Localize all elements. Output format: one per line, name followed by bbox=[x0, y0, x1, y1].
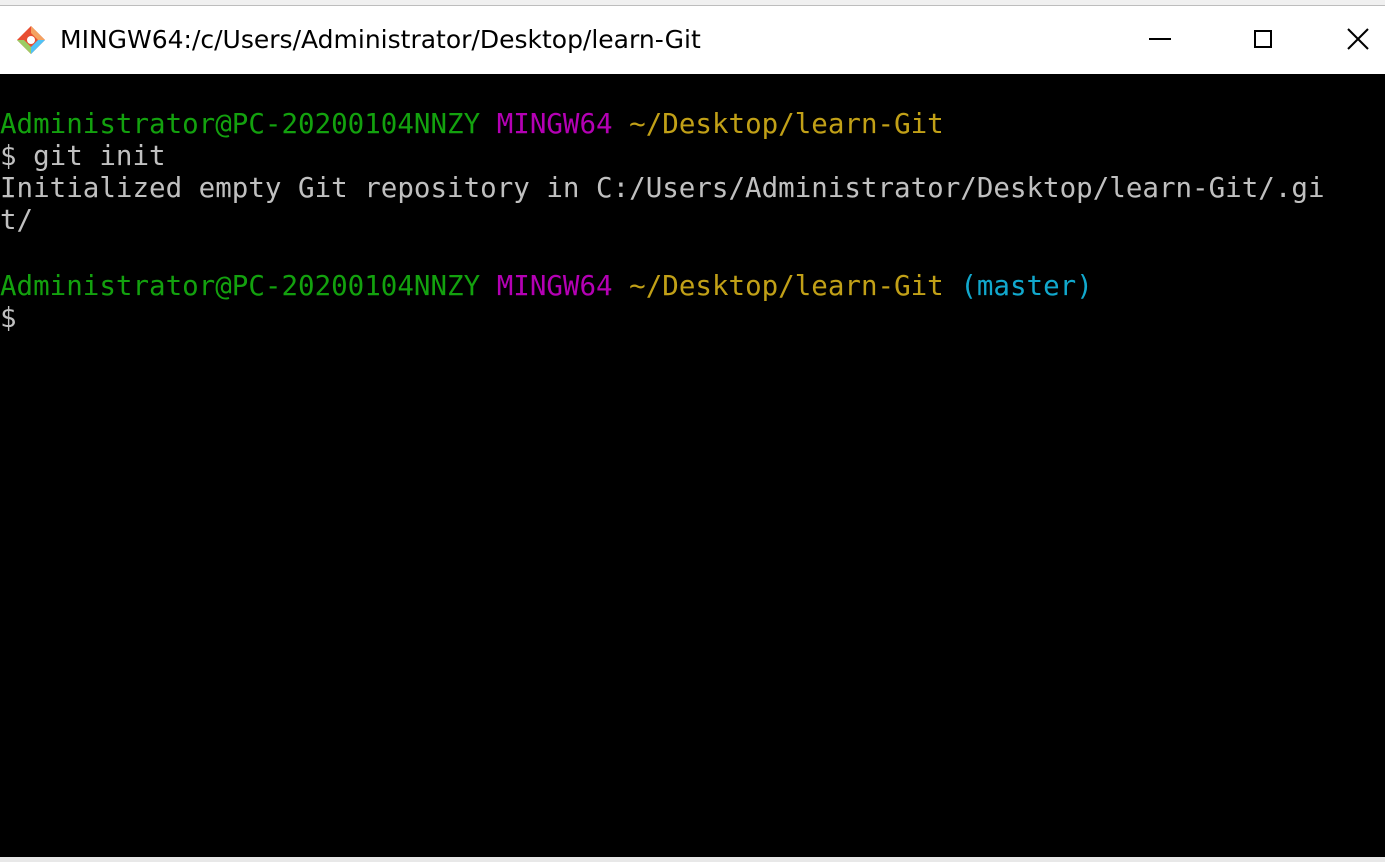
git-icon bbox=[17, 26, 45, 54]
close-icon bbox=[1346, 28, 1369, 50]
title-bar[interactable]: MINGW64:/c/Users/Administrator/Desktop/l… bbox=[0, 6, 1385, 74]
window-bottom-edge bbox=[0, 857, 1385, 862]
prompt-user-host: Administrator@PC-20200104NNZY bbox=[0, 270, 481, 302]
prompt-line-1: Administrator@PC-20200104NNZY MINGW64 ~/… bbox=[0, 108, 944, 140]
prompt-path: ~/Desktop/learn-Git bbox=[629, 270, 944, 302]
output-line-1: Initialized empty Git repository in C:/U… bbox=[0, 172, 1325, 204]
terminal-area[interactable]: Administrator@PC-20200104NNZY MINGW64 ~/… bbox=[0, 74, 1385, 857]
minimize-button[interactable] bbox=[1125, 6, 1195, 72]
minimize-icon bbox=[1149, 38, 1171, 40]
prompt-path: ~/Desktop/learn-Git bbox=[629, 108, 944, 140]
prompt-env: MINGW64 bbox=[496, 270, 613, 302]
maximize-icon bbox=[1254, 30, 1272, 48]
close-button[interactable] bbox=[1330, 6, 1385, 72]
command-line-2[interactable]: $ bbox=[0, 302, 17, 334]
prompt-env: MINGW64 bbox=[496, 108, 613, 140]
window-title: MINGW64:/c/Users/Administrator/Desktop/l… bbox=[60, 25, 701, 54]
prompt-branch: (master) bbox=[960, 270, 1093, 302]
prompt-user-host: Administrator@PC-20200104NNZY bbox=[0, 108, 481, 140]
command-line-1: $ git init bbox=[0, 140, 166, 172]
git-bash-window: MINGW64:/c/Users/Administrator/Desktop/l… bbox=[0, 0, 1385, 862]
output-line-2: t/ bbox=[0, 204, 34, 236]
prompt-line-2: Administrator@PC-20200104NNZY MINGW64 ~/… bbox=[0, 270, 1093, 302]
maximize-button[interactable] bbox=[1228, 6, 1298, 72]
